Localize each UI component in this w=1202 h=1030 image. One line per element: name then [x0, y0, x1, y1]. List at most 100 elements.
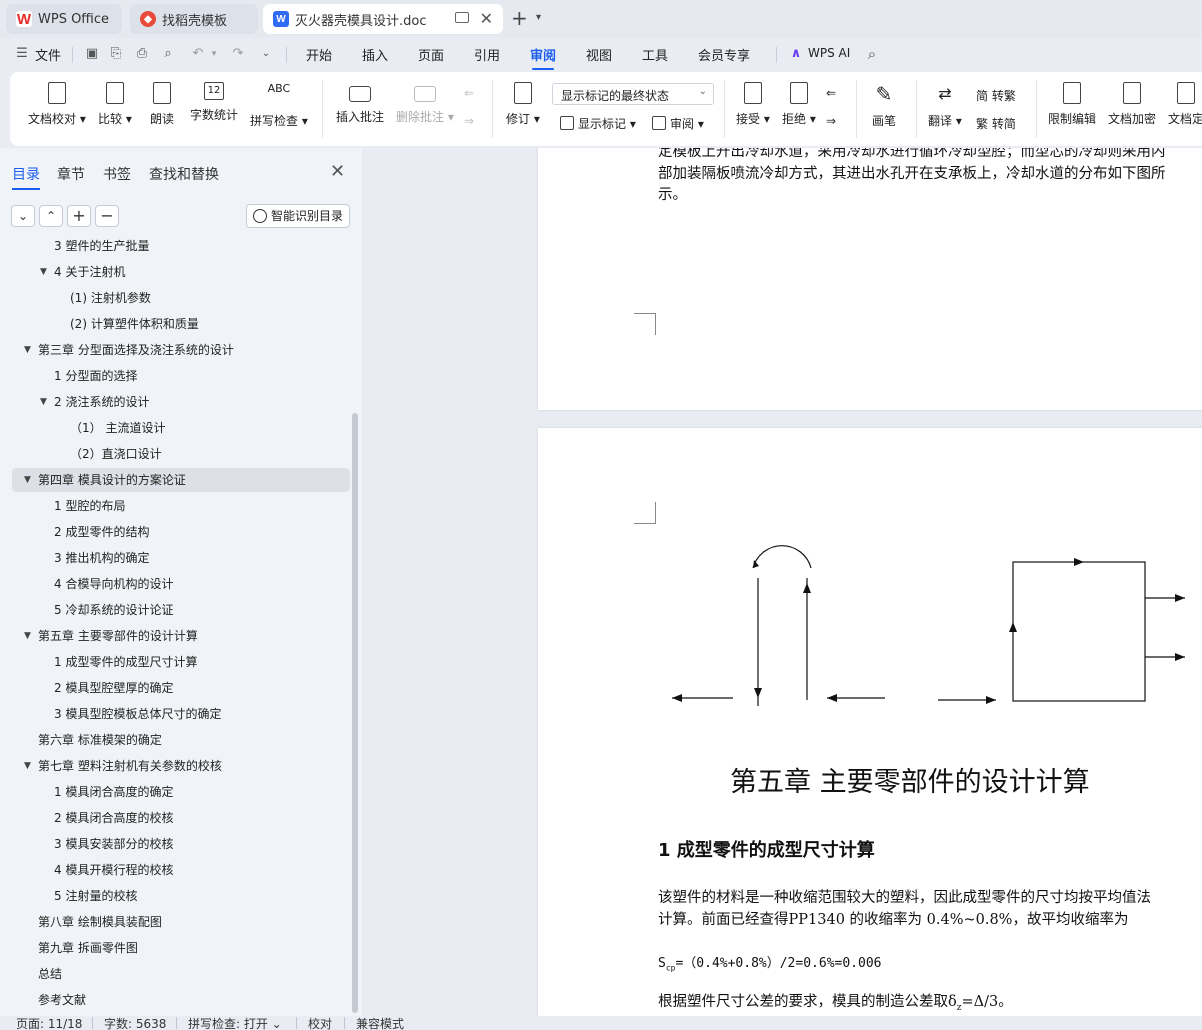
nav-tab-toc[interactable]: 目录: [12, 164, 40, 190]
ink-button[interactable]: ✎ 画笔: [872, 82, 896, 129]
menu-review[interactable]: 审阅: [530, 45, 556, 70]
proof-status[interactable]: 校对: [308, 1015, 332, 1030]
toc-item[interactable]: ▼ 第三章 分型面选择及浇注系统的设计: [12, 338, 350, 362]
toc-item[interactable]: 1 成型零件的成型尺寸计算: [12, 650, 350, 674]
nav-tab-bookmarks[interactable]: 书签: [103, 164, 131, 184]
expand-arrow-icon[interactable]: ▼: [24, 338, 31, 362]
undo-icon[interactable]: ↶: [190, 46, 206, 62]
prev-comment-icon[interactable]: ⇐: [464, 86, 474, 100]
toc-item[interactable]: 2 模具型腔壁厚的确定: [12, 676, 350, 700]
tab-docer-templates[interactable]: ◆ 找稻壳模板: [130, 4, 258, 34]
expand-arrow-icon[interactable]: ▼: [40, 390, 47, 414]
to-traditional-button[interactable]: 简 转繁: [976, 87, 1016, 104]
chevron-down-icon[interactable]: ▾: [206, 46, 222, 62]
toc-item[interactable]: 3 模具安装部分的校核: [12, 832, 350, 856]
menu-home[interactable]: 开始: [306, 45, 332, 64]
toc-scrollbar[interactable]: [352, 413, 358, 1013]
spell-check-status[interactable]: 拼写检查: 打开 ⌄: [188, 1015, 282, 1030]
menu-view[interactable]: 视图: [586, 45, 612, 64]
menu-insert[interactable]: 插入: [362, 45, 388, 64]
search-icon[interactable]: ⌕: [864, 46, 880, 62]
doc-check-button[interactable]: 文档校对 ▾: [28, 82, 86, 127]
toc-item[interactable]: 3 模具型腔模板总体尺寸的确定: [12, 702, 350, 726]
prev-change-icon[interactable]: ⇐: [826, 86, 836, 100]
next-comment-icon[interactable]: ⇒: [464, 114, 474, 128]
toc-item[interactable]: ▼ 2 浇注系统的设计: [12, 390, 350, 414]
menu-membership[interactable]: 会员专享: [698, 45, 750, 64]
markup-mode-select[interactable]: 显示标记的最终状态 ⌄: [552, 83, 714, 105]
toc-item[interactable]: 第八章 绘制模具装配图: [12, 910, 350, 934]
new-tab-icon[interactable]: +: [511, 6, 528, 30]
encrypt-button[interactable]: 文档加密: [1108, 82, 1156, 127]
toc-item[interactable]: 5 注射量的校核: [12, 884, 350, 908]
expand-arrow-icon[interactable]: ▼: [24, 468, 31, 492]
toc-item[interactable]: ▼ 第五章 主要零部件的设计计算: [12, 624, 350, 648]
expand-arrow-icon[interactable]: ▼: [24, 624, 31, 648]
accept-button[interactable]: 接受 ▾: [736, 82, 770, 127]
finalize-button[interactable]: 文档定: [1168, 82, 1202, 127]
insert-comment-button[interactable]: 插入批注: [336, 82, 384, 125]
wps-ai-icon[interactable]: ∧: [788, 46, 804, 62]
window-mode-icon[interactable]: [455, 12, 469, 23]
next-change-icon[interactable]: ⇒: [826, 114, 836, 128]
save-icon[interactable]: ▣: [84, 46, 100, 62]
toc-item[interactable]: 第九章 拆画零件图: [12, 936, 350, 960]
toc-item[interactable]: 1 分型面的选择: [12, 364, 350, 388]
menu-page[interactable]: 页面: [418, 45, 444, 64]
menu-references[interactable]: 引用: [474, 45, 500, 64]
chevron-down-icon[interactable]: ⌄: [258, 46, 274, 62]
chevron-down-icon[interactable]: ▾: [536, 12, 541, 23]
toc-item[interactable]: 3 塑件的生产批量: [12, 234, 350, 258]
menu-file[interactable]: 文件: [35, 45, 61, 64]
print-icon[interactable]: ⎙: [134, 46, 150, 62]
toc-item[interactable]: （1） 主流道设计: [12, 416, 350, 440]
collapse-up-button[interactable]: ⌃: [39, 205, 63, 227]
expand-arrow-icon[interactable]: ▼: [40, 260, 47, 284]
toc-item[interactable]: 1 型腔的布局: [12, 494, 350, 518]
toc-item[interactable]: ▼ 第七章 塑料注射机有关参数的校核: [12, 754, 350, 778]
toc-item[interactable]: 5 冷却系统的设计论证: [12, 598, 350, 622]
toc-item[interactable]: 参考文献: [12, 988, 350, 1012]
export-icon[interactable]: ⎘: [108, 46, 124, 62]
page-indicator[interactable]: 页面: 11/18: [16, 1015, 82, 1030]
toc-item[interactable]: 4 合模导向机构的设计: [12, 572, 350, 596]
toc-item[interactable]: (1) 注射机参数: [12, 286, 350, 310]
restrict-edit-button[interactable]: 限制编辑: [1048, 82, 1096, 127]
smart-toc-button[interactable]: 智能识别目录: [246, 204, 350, 228]
close-tab-icon[interactable]: ✕: [480, 9, 493, 28]
toc-item[interactable]: 3 推出机构的确定: [12, 546, 350, 570]
tab-wps-office[interactable]: W WPS Office: [6, 4, 122, 34]
translate-button[interactable]: ⇄ 翻译 ▾: [928, 82, 962, 129]
menu-wps-ai[interactable]: WPS AI: [808, 46, 850, 60]
menu-tools[interactable]: 工具: [642, 45, 668, 64]
close-icon[interactable]: ✕: [330, 161, 345, 182]
expand-arrow-icon[interactable]: ▼: [24, 754, 31, 778]
toc-item[interactable]: (2) 计算塑件体积和质量: [12, 312, 350, 336]
toc-item[interactable]: （2）直浇口设计: [12, 442, 350, 466]
to-simplified-button[interactable]: 繁 转简: [976, 115, 1016, 132]
toc-item[interactable]: 1 模具闭合高度的确定: [12, 780, 350, 804]
nav-tab-chapters[interactable]: 章节: [57, 164, 85, 184]
toc-item[interactable]: 总结: [12, 962, 350, 986]
toc-item[interactable]: ▼ 第四章 模具设计的方案论证: [12, 468, 350, 492]
track-changes-button[interactable]: 修订 ▾: [506, 82, 540, 127]
tab-current-document[interactable]: W 灭火器壳模具设计.doc ✕: [263, 4, 503, 34]
toc-item[interactable]: ▼ 4 关于注射机: [12, 260, 350, 284]
show-markup-button[interactable]: 显示标记 ▾: [560, 115, 636, 132]
delete-comment-button[interactable]: 删除批注 ▾: [396, 82, 454, 125]
reject-button[interactable]: 拒绝 ▾: [782, 82, 816, 127]
spell-check-button[interactable]: ABC 拼写检查 ▾: [250, 82, 308, 129]
remove-level-button[interactable]: −: [95, 205, 119, 227]
nav-tab-find-replace[interactable]: 查找和替换: [149, 164, 219, 184]
toc-item[interactable]: 2 模具闭合高度的校核: [12, 806, 350, 830]
add-level-button[interactable]: +: [67, 205, 91, 227]
word-count-indicator[interactable]: 字数: 5638: [104, 1015, 166, 1030]
print-preview-icon[interactable]: ⌕: [160, 46, 176, 62]
read-aloud-button[interactable]: 朗读: [150, 82, 174, 127]
redo-icon[interactable]: ↷: [230, 46, 246, 62]
compare-button[interactable]: 比较 ▾: [98, 82, 132, 127]
toc-item[interactable]: 2 成型零件的结构: [12, 520, 350, 544]
review-pane-button[interactable]: 审阅 ▾: [652, 115, 704, 132]
hamburger-icon[interactable]: ☰: [14, 46, 30, 62]
word-count-button[interactable]: 12 字数统计: [190, 82, 238, 123]
